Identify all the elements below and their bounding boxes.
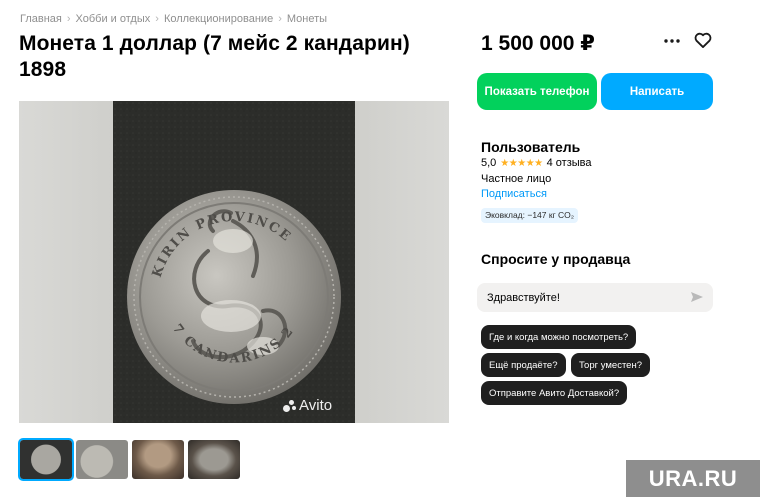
- quick-question-chip[interactable]: Где и когда можно посмотреть?: [481, 325, 637, 349]
- thumbnail-2[interactable]: [76, 440, 128, 479]
- ask-seller-title: Спросите у продавца: [481, 251, 631, 267]
- avito-watermark: Avito: [283, 397, 332, 414]
- rating-value: 5,0: [481, 157, 497, 169]
- breadcrumb-collecting[interactable]: Коллекционирование: [164, 13, 273, 25]
- eco-badge[interactable]: Эковклад: −147 кг CO₂: [481, 208, 579, 223]
- seller-rating[interactable]: 5,0 ★★★★★ 4 отзыва: [481, 157, 592, 169]
- quick-question-chip[interactable]: Ещё продаёте?: [481, 353, 566, 377]
- show-phone-button[interactable]: Показать телефон: [477, 73, 597, 110]
- reviews-link[interactable]: 4 отзыва: [547, 157, 592, 169]
- thumbnail-3[interactable]: [132, 440, 184, 479]
- ura-ru-watermark: URA.RU: [626, 460, 760, 497]
- avito-logo-icon: [283, 399, 297, 413]
- thumbnail-1[interactable]: [18, 438, 74, 481]
- breadcrumb-hobby[interactable]: Хобби и отдых: [76, 13, 151, 25]
- seller-name[interactable]: Пользователь: [481, 139, 580, 155]
- rating-stars: ★★★★★: [500, 157, 543, 169]
- message-input[interactable]: Здравствуйте!: [477, 283, 713, 312]
- breadcrumb-separator: ›: [155, 13, 159, 25]
- heart-icon[interactable]: [693, 30, 713, 50]
- main-photo[interactable]: KIRIN PROVINCE 7 CANDARINS 2: [113, 101, 355, 423]
- seller-type: Частное лицо: [481, 173, 552, 185]
- watermark-text: Avito: [299, 397, 333, 414]
- breadcrumb-coins[interactable]: Монеты: [287, 13, 327, 25]
- write-button[interactable]: Написать: [601, 73, 713, 110]
- quick-question-chip[interactable]: Торг уместен?: [571, 353, 650, 377]
- gallery-blur-left: [19, 101, 113, 423]
- quick-question-chip[interactable]: Отправите Авито Доставкой?: [481, 381, 628, 405]
- thumbnail-strip: [18, 438, 240, 481]
- coin-image: KIRIN PROVINCE 7 CANDARINS 2: [113, 101, 355, 423]
- gallery-blur-right: [355, 101, 449, 423]
- breadcrumb: Главная › Хобби и отдых › Коллекциониров…: [20, 13, 327, 25]
- listing-title: Монета 1 доллар (7 мейс 2 кандарин) 1898: [19, 32, 410, 81]
- subscribe-link[interactable]: Подписаться: [481, 188, 547, 200]
- breadcrumb-separator: ›: [66, 13, 71, 25]
- listing-price: 1 500 000 ₽: [481, 32, 595, 55]
- send-icon[interactable]: [690, 290, 704, 304]
- more-horizontal-icon[interactable]: [662, 31, 682, 51]
- breadcrumb-home[interactable]: Главная: [20, 13, 62, 25]
- thumbnail-4[interactable]: [188, 440, 240, 479]
- photo-gallery[interactable]: KIRIN PROVINCE 7 CANDARINS 2 Avito: [19, 101, 449, 423]
- breadcrumb-separator: ›: [278, 13, 282, 25]
